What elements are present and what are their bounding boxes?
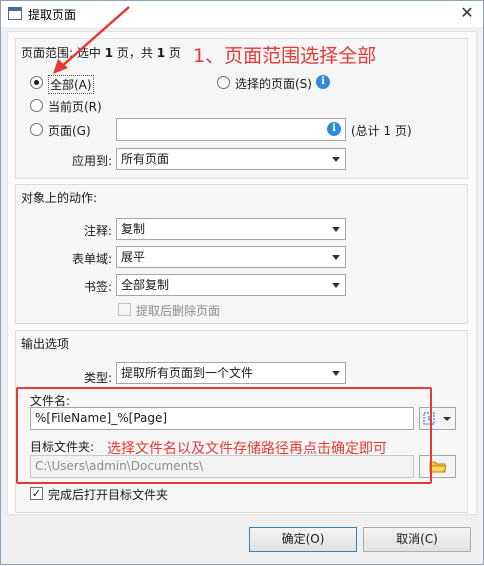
page-range-title-suffix: 页 (168, 46, 181, 60)
delete-after-extract-label[interactable]: 提取后删除页面 (136, 302, 220, 319)
annotation-step1: 1、页面范围选择全部 (193, 45, 377, 67)
page-range-title-mid: 页，共 (116, 46, 153, 60)
comment-value: 复制 (121, 222, 146, 236)
output-group-title: 输出选项 (21, 337, 70, 351)
page-range-title-prefix: 页面范围: 选中 (21, 46, 101, 60)
open-folder-label[interactable]: 完成后打开目标文件夹 (48, 486, 168, 503)
type-value: 提取所有页面到一个文件 (121, 366, 254, 380)
ok-button[interactable]: 确定(O) (249, 527, 357, 552)
type-label: 类型: (84, 371, 113, 385)
apply-to-label: 应用到: (72, 154, 113, 168)
actions-group-title: 对象上的动作: (21, 191, 98, 205)
bookmark-value: 全部复制 (121, 278, 170, 292)
form-field-select[interactable]: 展平 (116, 246, 346, 268)
apply-to-select[interactable]: 所有页面 (116, 148, 346, 170)
type-select[interactable]: 提取所有页面到一个文件 (116, 362, 346, 384)
page-range-title: 页面范围: 选中 1 页，共 1 页 (21, 44, 181, 61)
window-icon (8, 7, 22, 20)
bookmark-label: 书签: (84, 280, 113, 294)
radio-pages[interactable] (30, 123, 43, 136)
extract-pages-dialog: 提取页面 ✕ 页面范围: 选中 1 页，共 1 页 全部(A) 选择的页面(S)… (0, 0, 484, 565)
chevron-down-icon (332, 227, 340, 232)
chevron-down-icon (332, 157, 340, 162)
form-field-label: 表单域: (72, 252, 113, 266)
title-bar: 提取页面 ✕ (1, 1, 483, 27)
info-icon[interactable]: i (316, 75, 330, 89)
annotation-step2: 选择文件名以及文件存储路径再点击确定即可 (107, 441, 387, 457)
chevron-down-icon (332, 371, 340, 376)
close-icon[interactable]: ✕ (457, 3, 477, 23)
chevron-down-icon (332, 255, 340, 260)
radio-all[interactable] (30, 76, 43, 89)
annotation-highlight-box (16, 387, 432, 484)
total-count: 1 (156, 46, 166, 60)
radio-selected-pages[interactable] (217, 76, 230, 89)
window-title: 提取页面 (28, 8, 77, 22)
selected-count: 1 (104, 46, 114, 60)
chevron-down-icon (332, 283, 340, 288)
pages-input[interactable] (116, 118, 346, 141)
comment-select[interactable]: 复制 (116, 218, 346, 240)
bookmark-select[interactable]: 全部复制 (116, 274, 346, 296)
apply-to-value: 所有页面 (121, 152, 170, 166)
total-pages-text: (总计 1 页) (351, 124, 412, 138)
comment-label: 注释: (84, 224, 113, 238)
pages-info-icon[interactable]: i (327, 122, 341, 136)
cancel-button[interactable]: 取消(C) (363, 527, 471, 552)
radio-pages-label[interactable]: 页面(G) (48, 122, 91, 139)
delete-after-extract-checkbox[interactable] (118, 303, 131, 316)
radio-current-page-label[interactable]: 当前页(R) (48, 98, 102, 115)
form-field-value: 展平 (121, 250, 146, 264)
radio-selected-pages-label[interactable]: 选择的页面(S) (235, 75, 312, 92)
radio-current-page[interactable] (30, 99, 43, 112)
open-folder-checkbox[interactable]: ✓ (30, 487, 43, 500)
radio-all-label[interactable]: 全部(A) (48, 75, 94, 94)
